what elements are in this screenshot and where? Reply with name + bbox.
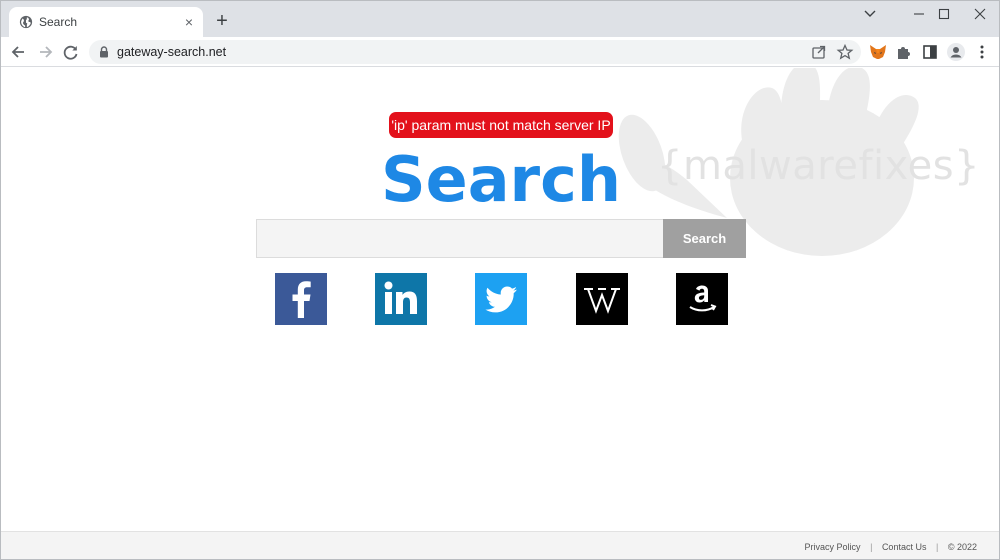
facebook-link[interactable]: [275, 273, 327, 325]
maximize-icon: [938, 8, 950, 20]
profile-avatar-icon[interactable]: [946, 42, 966, 62]
footer-links: Privacy Policy | Contact Us | © 2022: [805, 542, 977, 552]
linkedin-link[interactable]: [375, 273, 427, 325]
page-content: {malwarefixes} 'ip' param must not match…: [1, 68, 999, 531]
wikipedia-icon: [576, 273, 628, 325]
address-bar[interactable]: gateway-search.net: [89, 40, 861, 64]
privacy-policy-link[interactable]: Privacy Policy: [805, 542, 861, 552]
metamask-fox-icon[interactable]: [868, 42, 888, 62]
linkedin-icon: [375, 273, 427, 325]
footer-separator: |: [870, 542, 873, 552]
maximize-button[interactable]: [926, 1, 962, 27]
footer-separator: |: [935, 542, 939, 552]
tab-search[interactable]: Search ×: [9, 7, 203, 37]
extensions-puzzle-icon[interactable]: [894, 42, 914, 62]
tab-strip: Search × +: [1, 1, 999, 37]
page-footer: Privacy Policy | Contact Us | © 2022: [1, 531, 999, 559]
forward-arrow-icon[interactable]: [34, 41, 56, 63]
copyright-text: © 2022: [947, 542, 977, 552]
tab-search-dropdown-icon[interactable]: [852, 1, 888, 27]
error-message-badge: 'ip' param must not match server IP: [389, 112, 613, 138]
amazon-icon: [676, 273, 728, 325]
close-icon: [974, 8, 986, 20]
tab-title: Search: [39, 15, 78, 29]
wikipedia-link[interactable]: [576, 273, 628, 325]
search-button[interactable]: Search: [663, 219, 746, 258]
side-panel-icon[interactable]: [920, 42, 940, 62]
search-input[interactable]: [256, 219, 664, 258]
facebook-icon: [275, 273, 327, 325]
amazon-link[interactable]: [676, 273, 728, 325]
bookmark-star-icon[interactable]: [836, 43, 854, 61]
reload-icon[interactable]: [60, 41, 82, 63]
tab-close-icon[interactable]: ×: [181, 14, 197, 30]
share-icon[interactable]: [810, 43, 828, 61]
globe-icon: [19, 15, 33, 29]
twitter-link[interactable]: [475, 273, 527, 325]
close-window-button[interactable]: [962, 1, 998, 27]
back-arrow-icon[interactable]: [8, 41, 30, 63]
browser-toolbar: gateway-search.net: [1, 37, 999, 67]
browser-window: Search × + gateway-search.net {malwarefi…: [0, 0, 1000, 560]
lock-icon: [100, 46, 108, 58]
menu-kebab-icon[interactable]: [972, 42, 992, 62]
contact-us-link[interactable]: Contact Us: [882, 542, 927, 552]
search-logo: Search: [380, 143, 621, 216]
url-text[interactable]: gateway-search.net: [117, 45, 226, 59]
twitter-icon: [475, 273, 527, 325]
new-tab-button[interactable]: +: [211, 10, 233, 32]
